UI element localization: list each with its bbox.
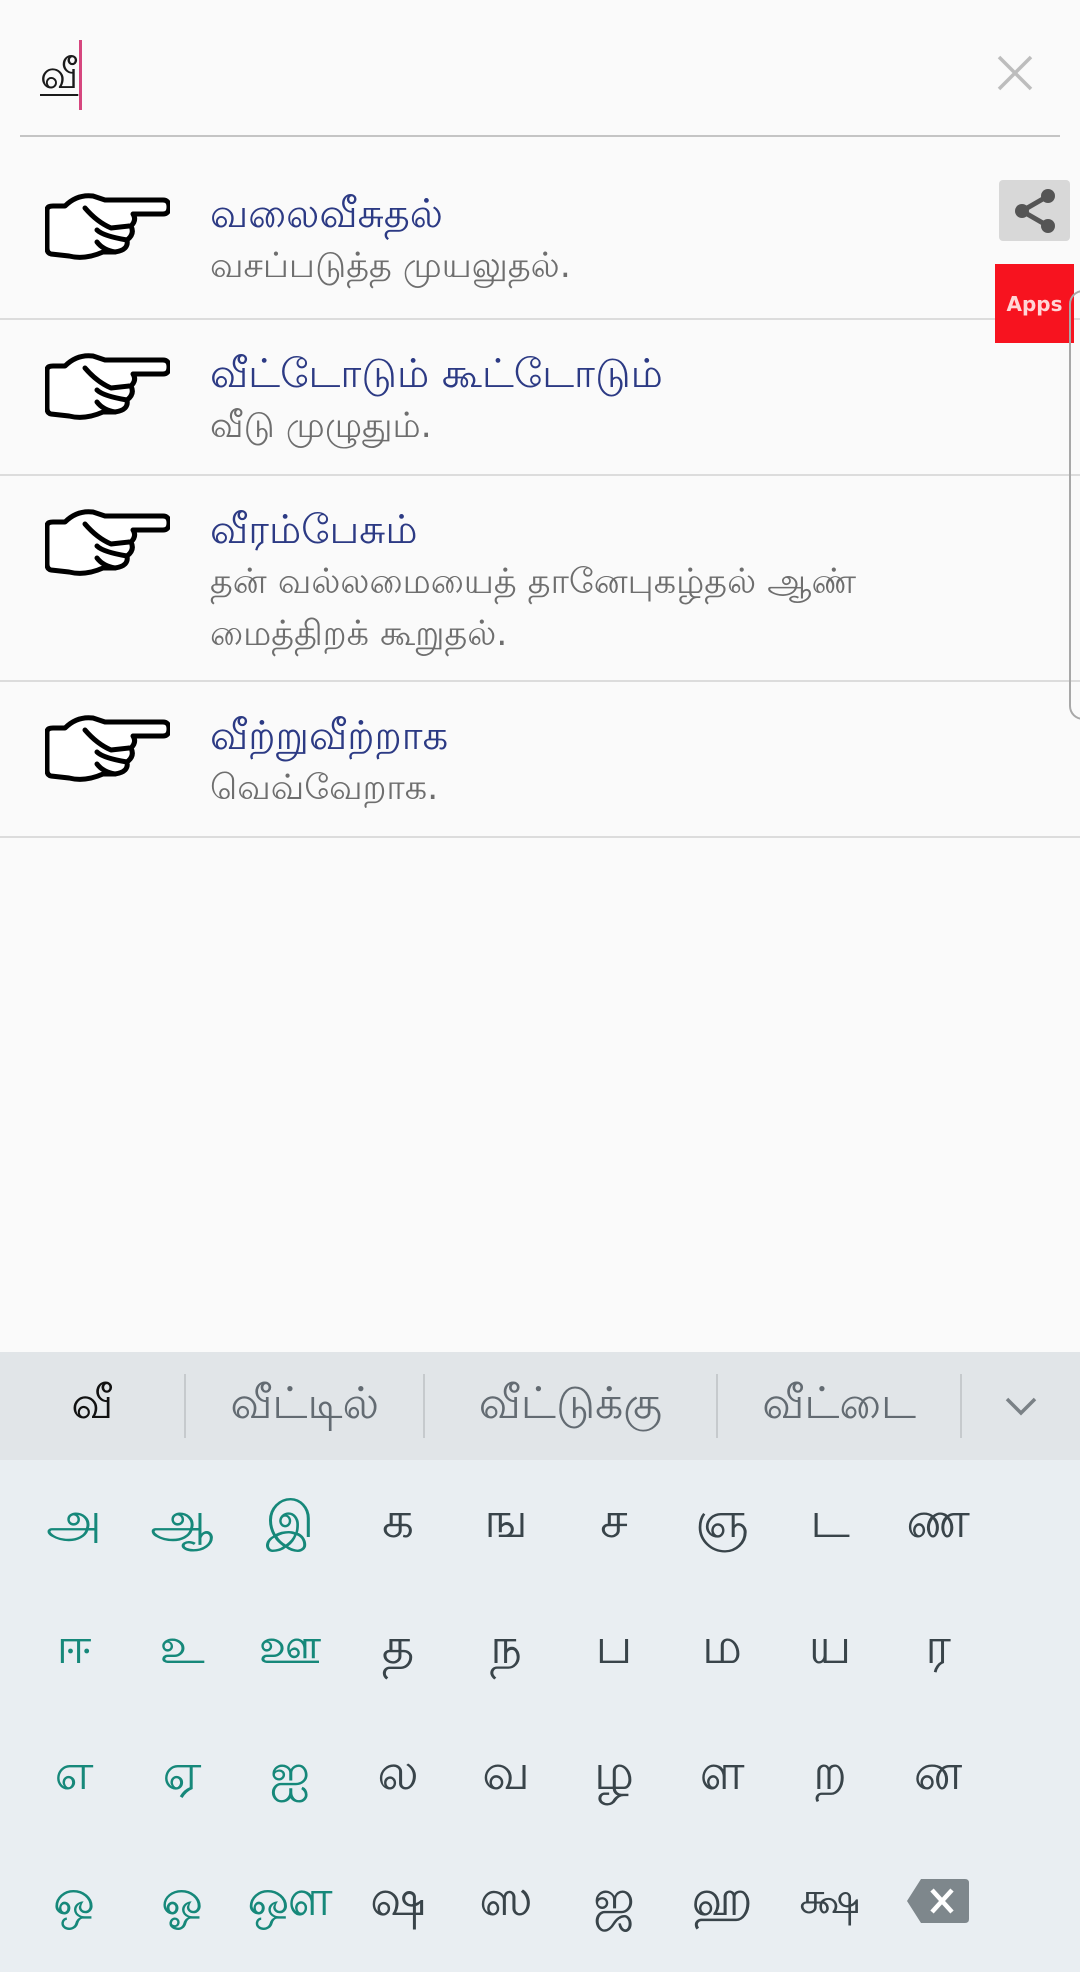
suggestion-item[interactable]: வீட்டுக்கு <box>425 1352 716 1460</box>
list-item[interactable]: வீரம்பேசும் தன் வல்லமையைத் தானேபுகழ்தல் … <box>0 476 1080 682</box>
result-description: தன் வல்லமையைத் தானேபுகழ்தல் ஆண் மைத்திறக… <box>210 562 857 654</box>
search-bar: வீ <box>0 0 1080 137</box>
result-description: வெவ்வேறாக. <box>210 768 439 808</box>
key[interactable]: ஐ <box>236 1712 344 1838</box>
clear-search-button[interactable] <box>990 48 1040 98</box>
key[interactable]: ர <box>884 1586 992 1712</box>
backspace-key[interactable] <box>884 1838 992 1964</box>
key[interactable]: வ <box>452 1712 560 1838</box>
key[interactable]: த <box>344 1586 452 1712</box>
key[interactable]: ச <box>560 1460 668 1586</box>
pointing-hand-icon <box>45 509 170 576</box>
result-title: வீட்டோடும் கூட்டோடும் <box>210 351 663 397</box>
backspace-icon <box>907 1879 969 1923</box>
suggestion-item[interactable]: வீட்டில் <box>186 1352 422 1460</box>
suggestion-bar: வீ வீட்டில் வீட்டுக்கு வீட்டை <box>0 1352 1080 1460</box>
key[interactable]: ண <box>884 1460 992 1586</box>
result-description: வசப்படுத்த முயலுதல். <box>210 246 571 286</box>
suggestion-current[interactable]: வீ <box>0 1352 184 1460</box>
key[interactable]: ல <box>344 1712 452 1838</box>
list-item[interactable]: வீற்றுவீற்றாக வெவ்வேறாக. <box>0 682 1080 838</box>
key[interactable]: ப <box>560 1586 668 1712</box>
key-row-1: அ ஆ இ க ங ச ஞ ட ண <box>0 1460 1080 1586</box>
key[interactable]: ழ <box>560 1712 668 1838</box>
key-row-4: ஒ ஓ ஔ ஷ ஸ ஜ ஹ க்ஷ <box>0 1838 1080 1964</box>
key[interactable]: ஏ <box>128 1712 236 1838</box>
tamil-keyboard: வீ வீட்டில் வீட்டுக்கு வீட்டை அ ஆ இ க ங … <box>0 1352 1080 1972</box>
expand-suggestions-button[interactable] <box>962 1352 1080 1460</box>
key[interactable]: ஈ <box>20 1586 128 1712</box>
result-title: வீற்றுவீற்றாக <box>210 713 449 759</box>
key[interactable]: ஊ <box>236 1586 344 1712</box>
side-panel-handle[interactable] <box>1069 290 1080 720</box>
search-input-value[interactable]: வீ <box>40 55 78 95</box>
key[interactable]: எ <box>20 1712 128 1838</box>
result-title: வலைவீசுதல் <box>210 191 443 237</box>
results-list: வலைவீசுதல் வசப்படுத்த முயலுதல். வீட்டோடு… <box>0 160 1080 838</box>
share-button[interactable] <box>999 180 1070 241</box>
pointing-hand-icon <box>45 353 170 420</box>
search-underline <box>20 135 1060 137</box>
key[interactable]: ஓ <box>128 1838 236 1964</box>
search-input[interactable]: வீ <box>40 38 83 112</box>
key[interactable]: ஞ <box>668 1460 776 1586</box>
key-row-3: எ ஏ ஐ ல வ ழ ள ற ன <box>0 1712 1080 1838</box>
key[interactable]: ற <box>776 1712 884 1838</box>
key-row-2: ஈ உ ஊ த ந ப ம ய ர <box>0 1586 1080 1712</box>
list-item[interactable]: வலைவீசுதல் வசப்படுத்த முயலுதல். <box>0 160 1080 320</box>
suggestion-item[interactable]: வீட்டை <box>718 1352 960 1460</box>
text-caret <box>79 40 83 110</box>
close-icon <box>997 55 1033 91</box>
key[interactable]: ஷ <box>344 1838 452 1964</box>
key[interactable]: ட <box>776 1460 884 1586</box>
result-description: வீடு முழுதும். <box>210 406 432 446</box>
key[interactable]: அ <box>20 1460 128 1586</box>
key[interactable]: க்ஷ <box>776 1838 884 1964</box>
key[interactable]: ஸ <box>452 1838 560 1964</box>
list-item[interactable]: வீட்டோடும் கூட்டோடும் வீடு முழுதும். <box>0 320 1080 476</box>
key[interactable]: ஆ <box>128 1460 236 1586</box>
key-rows: அ ஆ இ க ங ச ஞ ட ண ஈ உ ஊ த ந ப ம ய ர எ ஏ … <box>0 1460 1080 1964</box>
key[interactable]: ம <box>668 1586 776 1712</box>
key[interactable]: ங <box>452 1460 560 1586</box>
chevron-down-icon <box>1005 1397 1037 1416</box>
key[interactable]: ஒ <box>20 1838 128 1964</box>
pointing-hand-icon <box>45 193 170 260</box>
key[interactable]: ன <box>884 1712 992 1838</box>
share-icon <box>1014 188 1055 233</box>
key[interactable]: ள <box>668 1712 776 1838</box>
key[interactable]: ஹ <box>668 1838 776 1964</box>
key[interactable]: இ <box>236 1460 344 1586</box>
result-title: வீரம்பேசும் <box>210 507 418 553</box>
pointing-hand-icon <box>45 715 170 782</box>
key[interactable]: க <box>344 1460 452 1586</box>
key[interactable]: ந <box>452 1586 560 1712</box>
key[interactable]: ஜ <box>560 1838 668 1964</box>
key[interactable]: உ <box>128 1586 236 1712</box>
apps-button[interactable]: Apps <box>995 264 1074 343</box>
key[interactable]: ய <box>776 1586 884 1712</box>
key[interactable]: ஔ <box>236 1838 344 1964</box>
